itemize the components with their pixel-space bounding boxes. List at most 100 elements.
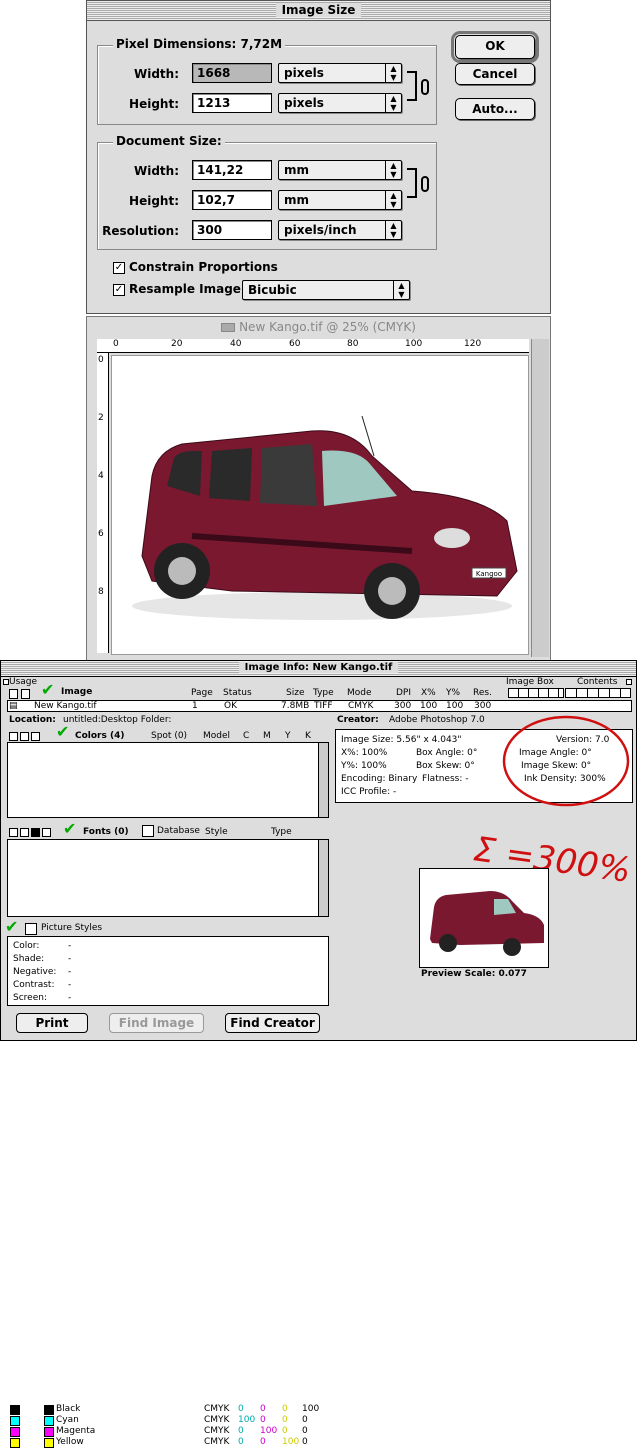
row-status: OK <box>224 701 237 711</box>
document-icon[interactable] <box>20 732 29 741</box>
checkmark-icon: ✔ <box>56 722 70 741</box>
doc-height-field[interactable]: 102,7 <box>192 190 272 210</box>
image-info-window: Image Info: New Kango.tif Usage Image Bo… <box>0 660 637 1448</box>
document-title[interactable]: New Kango.tif @ 25% (CMYK) <box>87 317 550 337</box>
color-m: 0 <box>260 1404 266 1414</box>
find-creator-button[interactable]: Find Creator <box>225 1013 320 1033</box>
spot-label: Spot (0) <box>151 731 188 741</box>
color-swatch <box>44 1416 54 1426</box>
resolution-field[interactable]: 300 <box>192 220 272 240</box>
ruler-tick: 4 <box>98 471 104 481</box>
row-mode: CMYK <box>348 701 374 711</box>
resample-checkbox[interactable]: ✓ <box>113 284 125 296</box>
col-ypct: Y% <box>446 688 461 698</box>
detail-icc: ICC Profile: - <box>341 787 397 797</box>
col-xpct: X% <box>421 688 436 698</box>
color-name: Yellow <box>56 1437 84 1447</box>
color-row[interactable]: Cyan CMYK 100 0 0 0 <box>8 1415 308 1426</box>
col-status: Status <box>223 688 252 698</box>
resample-label[interactable]: Resample Image: <box>129 282 246 296</box>
col-c: C <box>243 731 250 741</box>
doc-height-unit-select[interactable]: mm ▲ ▼ <box>278 190 402 210</box>
color-row[interactable]: Yellow CMYK 0 0 100 0 <box>8 1437 308 1448</box>
close-icon[interactable] <box>9 732 18 741</box>
color-swatch <box>10 1438 20 1448</box>
color-model: CMYK <box>204 1415 230 1425</box>
preview-thumbnail[interactable] <box>419 868 549 968</box>
ruler-tick: 6 <box>98 529 104 539</box>
color-c: 0 <box>238 1437 244 1447</box>
document-canvas[interactable]: Kangoo <box>111 355 529 655</box>
style-value: - <box>68 980 72 990</box>
image-box-label: Image Box <box>506 677 554 687</box>
picture-styles-box: Color: - Shade: - Negative: - Contrast: … <box>7 936 329 1006</box>
style-label: Screen: <box>13 993 47 1003</box>
color-row[interactable]: Magenta CMYK 0 100 0 0 <box>8 1426 308 1437</box>
picture-styles-label: Picture Styles <box>41 923 103 933</box>
usage-icon[interactable] <box>21 689 30 699</box>
ruler-tick: 8 <box>98 587 104 597</box>
doc-width-field[interactable]: 141,22 <box>192 160 272 180</box>
height-unit-select[interactable]: pixels ▲ ▼ <box>278 93 402 113</box>
print-button[interactable]: Print <box>16 1013 88 1033</box>
fonts-scrollbar[interactable] <box>318 840 328 916</box>
col-m: M <box>263 731 271 741</box>
document-icon[interactable] <box>31 732 40 741</box>
ruler-tick: 100 <box>405 339 423 349</box>
usage-icon[interactable] <box>9 689 18 699</box>
width-label: Width: <box>133 67 179 81</box>
document-icon[interactable] <box>9 828 18 837</box>
vertical-scrollbar[interactable] <box>531 339 549 657</box>
database-checkbox[interactable] <box>142 825 154 837</box>
chain-link-icon <box>421 79 429 95</box>
type-label: Type <box>271 827 292 837</box>
color-model: CMYK <box>204 1426 230 1436</box>
constrain-checkbox[interactable]: ✓ <box>113 262 125 274</box>
ruler-left: 0 2 4 6 8 <box>97 353 109 653</box>
ruler-top: 0 20 40 60 80 100 120 <box>97 339 529 353</box>
chevron-updown-icon: ▲ ▼ <box>385 64 401 82</box>
image-header: Image <box>61 687 93 697</box>
find-image-button[interactable]: Find Image <box>109 1013 204 1033</box>
picture-styles-checkbox[interactable] <box>25 923 37 935</box>
height-field[interactable]: 1213 <box>192 93 272 113</box>
ok-button[interactable]: OK <box>451 31 539 63</box>
document-icon[interactable] <box>20 828 29 837</box>
image-box-tools[interactable] <box>508 688 564 698</box>
doc-width-unit-select[interactable]: mm ▲ ▼ <box>278 160 402 180</box>
doc-height-label: Height: <box>129 194 179 208</box>
resolution-label: Resolution: <box>102 224 179 238</box>
width-unit-select[interactable]: pixels ▲ ▼ <box>278 63 402 83</box>
preview-scale: Preview Scale: 0.077 <box>421 969 527 979</box>
contents-tools[interactable] <box>565 688 631 698</box>
color-swatch <box>10 1427 20 1437</box>
info-title-bar[interactable]: Image Info: New Kango.tif <box>1 661 636 677</box>
row-type: TIFF <box>314 701 333 711</box>
cancel-button[interactable]: Cancel <box>455 63 535 85</box>
dialog-title: Image Size <box>275 3 362 17</box>
colors-scrollbar[interactable] <box>318 743 328 817</box>
color-row[interactable]: Black CMYK 0 0 0 100 <box>8 1404 319 1415</box>
color-name: Black <box>56 1404 81 1414</box>
color-m: 0 <box>260 1437 266 1447</box>
chevron-updown-icon: ▲ ▼ <box>393 281 409 299</box>
detail-xpct: X%: 100% <box>341 748 388 758</box>
color-y: 0 <box>282 1415 288 1425</box>
col-mode: Mode <box>347 688 372 698</box>
location-value: untitled:Desktop Folder: <box>63 715 172 725</box>
constrain-label[interactable]: Constrain Proportions <box>129 260 278 274</box>
resample-method-select[interactable]: Bicubic ▲ ▼ <box>242 280 410 300</box>
chain-link-icon <box>421 176 429 192</box>
document-icon[interactable] <box>42 828 51 837</box>
dialog-title-bar[interactable]: Image Size <box>87 1 550 21</box>
width-field[interactable]: 1668 <box>192 63 272 83</box>
fonts-list[interactable] <box>7 839 329 917</box>
link-bracket <box>407 168 417 198</box>
location-label: Location: <box>9 715 56 725</box>
document-icon[interactable] <box>31 828 40 837</box>
resolution-unit-select[interactable]: pixels/inch ▲ ▼ <box>278 220 402 240</box>
colors-list[interactable] <box>7 742 329 818</box>
auto-button[interactable]: Auto... <box>455 98 535 120</box>
zoom-box-icon[interactable] <box>626 679 632 685</box>
fonts-header: Fonts (0) <box>83 827 129 837</box>
